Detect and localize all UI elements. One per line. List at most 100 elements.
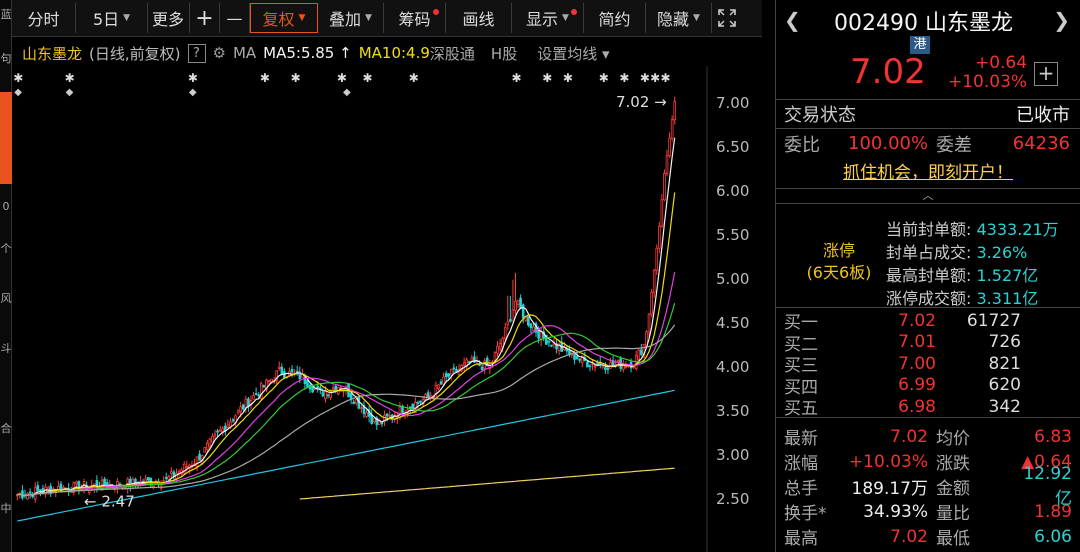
kline-chart-svg[interactable]: 7.00 6.50 6.00 5.50 5.00 4.50 4.00 3.50 3.00 2.50…: [12, 66, 762, 552]
candle-body: [516, 299, 520, 305]
event-marker-icon: ✱: [563, 71, 573, 85]
bid-row[interactable]: 买二 7.01 726: [776, 332, 1080, 355]
candle-body: [426, 392, 430, 398]
chart-toolbar: 分时 5日 ▼ 更多 + — 复权 ▼ 叠加 ▼ 筹码 画线 显示 ▼ 简约 隐藏 ▼: [12, 0, 762, 37]
candle-body: [640, 349, 643, 355]
candle-body: [254, 393, 258, 396]
candle-body: [419, 400, 422, 403]
stat-value: 1.89: [1034, 501, 1072, 522]
candle-body: [442, 376, 445, 385]
zoom-in-button[interactable]: +: [190, 3, 220, 33]
bid-label: 买五: [784, 399, 818, 420]
candle-body: [637, 349, 641, 360]
bid-row[interactable]: 买五 6.98 342: [776, 396, 1080, 420]
tab-intraday[interactable]: 分时: [12, 3, 76, 33]
seal-amount-label: 当前封单额:: [886, 220, 972, 239]
event-marker-icon: ✱: [363, 71, 373, 85]
collapse-button[interactable]: ︿: [776, 188, 1080, 204]
bid-price: 6.98: [898, 396, 936, 417]
open-account-link[interactable]: 抓住机会，即刻开户！: [776, 158, 1080, 188]
candle-body: [467, 361, 471, 364]
candle-body: [365, 412, 368, 417]
legend-ma[interactable]: MA: [233, 44, 256, 62]
quote-panel: ❮ 002490 山东墨龙 ❯ 港 7.02 +0.64 +10.03% + 交…: [775, 0, 1080, 552]
candle-body: [509, 319, 512, 322]
seal-ratio-value: 3.26%: [976, 243, 1028, 262]
bid-volume: 620: [988, 375, 1021, 396]
bid-row[interactable]: 买一 7.02 61727: [776, 310, 1080, 334]
legend-h-share[interactable]: H股: [491, 43, 517, 64]
prev-stock-icon[interactable]: ❮: [784, 8, 801, 32]
add-watchlist-button[interactable]: +: [1034, 62, 1058, 86]
bid-book: 买一 7.02 61727 买二 7.01 726 买三 7.00 821 买四 6.99 62…: [776, 308, 1080, 420]
candle-body: [277, 366, 281, 369]
draw-line-button[interactable]: 画线: [446, 3, 512, 33]
low-price-label: ← 2.47: [84, 493, 135, 511]
limit-turnover-label: 涨停成交额:: [886, 289, 972, 308]
event-marker-icon: ✱: [337, 71, 347, 85]
last-price: 7.02: [850, 52, 926, 92]
bid-volume: 61727: [966, 310, 1021, 331]
adjust-button[interactable]: 复权 ▼: [250, 3, 318, 33]
legend-stock-name[interactable]: 山东墨龙: [22, 43, 82, 64]
notification-dot: [571, 9, 577, 15]
candle-body: [527, 316, 530, 326]
legend-chart-type: (日线,前复权): [89, 44, 181, 63]
tab-label: 分时: [27, 10, 60, 29]
next-stock-icon[interactable]: ❯: [1053, 8, 1070, 32]
candle-body: [198, 453, 201, 461]
candle-body: [241, 404, 245, 410]
candle-body: [670, 119, 674, 139]
legend-shenzhen-connect[interactable]: 深股通: [430, 43, 475, 64]
gear-icon[interactable]: ⚙: [213, 44, 226, 62]
candle-body: [290, 368, 294, 373]
candle-body: [226, 424, 230, 428]
candle-body: [203, 446, 207, 453]
candle-body: [647, 313, 651, 333]
legend-ma10: MA10:4.9: [358, 44, 430, 62]
candle-body: [380, 422, 384, 425]
candle-body: [170, 471, 173, 474]
candle-body: [511, 309, 515, 322]
display-button[interactable]: 显示 ▼: [512, 3, 584, 33]
left-active-tab[interactable]: [0, 92, 12, 184]
bid-row[interactable]: 买三 7.00 821: [776, 353, 1080, 377]
zoom-out-button[interactable]: —: [220, 3, 250, 33]
event-marker-icon: ✱: [619, 71, 629, 85]
candle-body: [532, 326, 535, 332]
candle-body: [588, 365, 592, 368]
price-change: +0.64 +10.03%: [948, 54, 1027, 92]
bid-row[interactable]: 买四 6.99 620: [776, 375, 1080, 398]
stats-row: 最高 7.02 最低 6.06: [776, 524, 1080, 550]
legend-ma-settings[interactable]: 设置均线 ▾: [537, 43, 609, 64]
candle-body: [206, 442, 209, 450]
candle-body: [36, 485, 40, 491]
candle-body: [28, 491, 32, 494]
candle-body: [146, 477, 150, 481]
tab-more[interactable]: 更多: [148, 3, 190, 33]
candle-body: [655, 247, 659, 271]
candle-body: [236, 409, 240, 414]
kline-chart[interactable]: 7.00 6.50 6.00 5.50 5.00 4.50 4.00 3.50 3.00 2.50…: [12, 66, 762, 552]
chips-button[interactable]: 筹码: [384, 3, 446, 33]
event-marker-icon: ✱: [599, 71, 609, 85]
tab-label: 简约: [598, 10, 631, 29]
y-axis-tick-label: 5.50: [716, 226, 749, 244]
stats-row: 最新 7.02 均价 6.83: [776, 424, 1080, 450]
candle-body: [26, 493, 29, 500]
candle-body: [578, 358, 581, 361]
candle-body: [331, 387, 335, 390]
stat-label: 涨幅: [784, 454, 818, 474]
candle-body: [529, 323, 533, 329]
stat-label: 最低: [936, 529, 970, 549]
fullscreen-button[interactable]: [712, 3, 742, 33]
event-marker-icon: ✱: [291, 71, 301, 85]
weicha-label: 委差: [936, 134, 972, 156]
hide-button[interactable]: 隐藏 ▼: [646, 3, 712, 33]
simple-button[interactable]: 简约: [584, 3, 646, 33]
tab-5day[interactable]: 5日 ▼: [76, 3, 148, 33]
overlay-button[interactable]: 叠加 ▼: [318, 3, 384, 33]
help-icon[interactable]: ?: [187, 43, 206, 63]
candle-body: [514, 300, 517, 311]
high-price-label: 7.02 →: [616, 93, 667, 111]
